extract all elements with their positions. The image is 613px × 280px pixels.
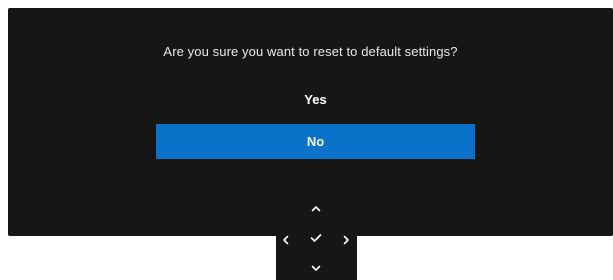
- left-button[interactable]: [276, 230, 296, 250]
- chevron-up-icon: [311, 205, 321, 213]
- reset-confirm-message: Are you sure you want to reset to defaul…: [163, 44, 458, 59]
- right-button[interactable]: [336, 230, 356, 250]
- chevron-down-icon: [311, 264, 321, 272]
- navigation-pad: [276, 196, 357, 280]
- check-icon: [310, 233, 322, 243]
- confirm-button[interactable]: [306, 228, 326, 248]
- chevron-right-icon: [342, 235, 350, 245]
- down-button[interactable]: [306, 258, 326, 278]
- yes-option[interactable]: Yes: [156, 82, 475, 117]
- no-option[interactable]: No: [156, 124, 475, 159]
- up-button[interactable]: [306, 199, 326, 219]
- chevron-left-icon: [282, 235, 290, 245]
